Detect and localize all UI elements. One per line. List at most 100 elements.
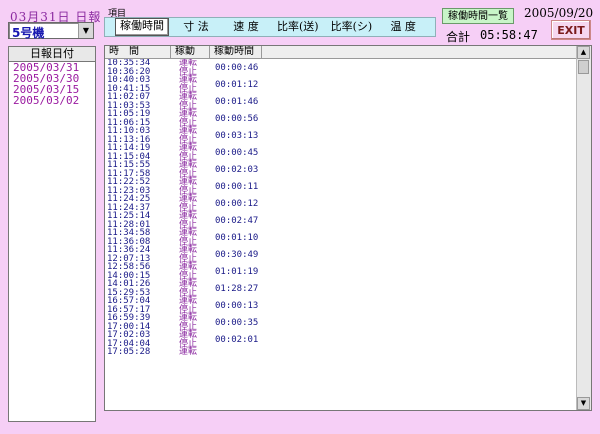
cell-state: 停止 [179,253,198,264]
cell-duration: 00:00:11 [213,182,273,195]
cell-state: 運転 [179,211,198,221]
cell-duration: 00:00:46 [213,63,273,76]
cell-duration-text: 00:03:13 [215,130,259,141]
list-item[interactable]: 2005/03/02 [9,95,95,106]
cell-time: 17:00:14 [107,321,151,332]
table-row[interactable]: 11:03:53 停止 00:01:46 [105,97,577,111]
table-row[interactable]: 16:59:39 運転 [105,314,577,323]
tab-temperature[interactable]: 温 度 [380,19,426,35]
table-row[interactable]: 10:36:20 停止 00:00:46 [105,63,577,77]
cell-time: 11:03:53 [107,100,151,111]
tab-uptime[interactable]: 稼働時間 [115,18,169,36]
table-row[interactable]: 16:57:17 停止 00:00:13 [105,301,577,315]
table-row[interactable]: 17:05:28 運転 [105,348,577,357]
cell-duration: 00:00:45 [213,148,273,161]
cell-time: 11:17:58 [107,168,151,179]
cell-duration-text: 00:00:46 [215,62,259,73]
table-row[interactable]: 11:36:08 停止 00:01:10 [105,233,577,247]
table-row[interactable]: 10:41:15 停止 00:01:12 [105,80,577,94]
cell-time: 17:02:03 [107,330,151,340]
cell-time: 15:29:53 [107,287,151,298]
cell-state: 運転 [179,143,198,153]
tab-ratio-shi[interactable]: 比率(シ) [327,19,377,35]
table-row[interactable]: 11:24:25 運転 [105,195,577,204]
cell-time: 11:36:08 [107,236,151,247]
cell-duration-text: 00:02:03 [215,164,259,175]
table-row[interactable]: 11:06:15 停止 00:00:56 [105,114,577,128]
vertical-scrollbar[interactable]: ▲ ▼ [576,46,591,410]
cell-state: 停止 [179,270,198,281]
table-row[interactable]: 11:24:37 停止 00:00:12 [105,199,577,213]
uptime-table: 時 間 稼動 稼動時間 10:35:34 運転 10:36:20 停止 00:00:46… [104,45,592,411]
scroll-thumb[interactable] [578,60,589,74]
table-row[interactable]: 11:13:16 停止 00:03:13 [105,131,577,145]
tab-speed[interactable]: 速 度 [223,19,269,35]
cell-duration: 00:02:01 [213,335,273,348]
cell-state: 運転 [179,126,198,136]
cell-state: 運転 [179,177,198,187]
tab-ratio-feed[interactable]: 比率(送) [273,19,323,35]
cell-time: 14:00:15 [107,270,151,281]
column-header-duration: 稼動時間 [210,46,262,58]
table-row[interactable]: 11:10:03 運転 [105,127,577,136]
cell-state: 停止 [179,338,198,349]
table-row[interactable]: 17:02:03 運転 [105,331,577,340]
table-row[interactable]: 11:34:58 運転 [105,229,577,238]
scroll-up-icon[interactable]: ▲ [577,46,590,59]
scroll-down-icon[interactable]: ▼ [577,397,590,410]
cell-state: 停止 [179,83,198,94]
table-row[interactable]: 11:23:03 停止 00:00:11 [105,182,577,196]
table-row[interactable]: 11:15:04 停止 00:00:45 [105,148,577,162]
tab-dimension[interactable]: 寸 法 [173,19,219,35]
table-row[interactable]: 12:07:13 停止 00:30:49 [105,250,577,264]
cell-time: 16:57:17 [107,304,151,315]
item-tabs: 稼働時間 寸 法 速 度 比率(送) 比率(シ) 温 度 [104,17,436,37]
chevron-down-icon[interactable]: ▼ [78,23,93,38]
table-row[interactable]: 11:05:19 運転 [105,110,577,119]
table-row[interactable]: 11:17:58 停止 00:02:03 [105,165,577,179]
cell-duration: 00:01:12 [213,80,273,93]
table-row[interactable]: 17:00:14 停止 00:00:35 [105,318,577,332]
table-row[interactable]: 16:57:04 運転 [105,297,577,306]
table-row[interactable]: 17:04:04 停止 00:02:01 [105,335,577,349]
cell-state: 運転 [179,296,198,306]
cell-duration-text: 00:30:49 [215,249,259,260]
table-header: 時 間 稼動 稼動時間 [105,46,591,59]
cell-duration: 00:00:13 [213,301,273,314]
machine-select-value: 5号機 [12,26,45,40]
table-row[interactable]: 11:15:55 運転 [105,161,577,170]
cell-duration: 00:02:47 [213,216,273,229]
cell-time: 16:59:39 [107,313,151,323]
cell-duration-text: 01:01:19 [215,266,259,277]
cell-state: 停止 [179,219,198,230]
cell-duration: 00:00:35 [213,318,273,331]
cell-state: 運転 [179,330,198,340]
machine-select[interactable]: 5号機 ▼ [8,22,94,40]
table-row[interactable]: 11:25:14 運転 [105,212,577,221]
cell-duration: 00:01:46 [213,97,273,110]
table-row[interactable]: 12:58:56 運転 [105,263,577,272]
cell-duration: 01:28:27 [213,284,273,297]
cell-time: 11:24:25 [107,194,151,204]
table-row[interactable]: 10:35:34 運転 [105,59,577,68]
table-row[interactable]: 11:22:52 運転 [105,178,577,187]
cell-state: 運転 [179,262,198,272]
cell-duration-text: 00:01:10 [215,232,259,243]
table-row[interactable]: 11:36:24 運転 [105,246,577,255]
cell-state: 停止 [179,236,198,247]
table-row[interactable]: 11:28:01 停止 00:02:47 [105,216,577,230]
table-row[interactable]: 11:14:19 運転 [105,144,577,153]
table-row[interactable]: 14:01:26 運転 [105,280,577,289]
cell-state: 運転 [179,59,198,68]
cell-duration: 00:01:10 [213,233,273,246]
cell-state: 運転 [179,279,198,289]
table-row[interactable]: 11:02:07 運転 [105,93,577,102]
cell-duration-text: 00:00:12 [215,198,259,209]
table-row[interactable]: 10:40:03 運転 [105,76,577,85]
table-row[interactable]: 15:29:53 停止 01:28:27 [105,284,577,298]
cell-time: 12:58:56 [107,262,151,272]
table-row[interactable]: 14:00:15 停止 01:01:19 [105,267,577,281]
uptime-list-button[interactable]: 稼働時間一覧 [442,8,514,24]
cell-duration: 00:02:03 [213,165,273,178]
exit-button[interactable]: EXIT [551,20,591,40]
